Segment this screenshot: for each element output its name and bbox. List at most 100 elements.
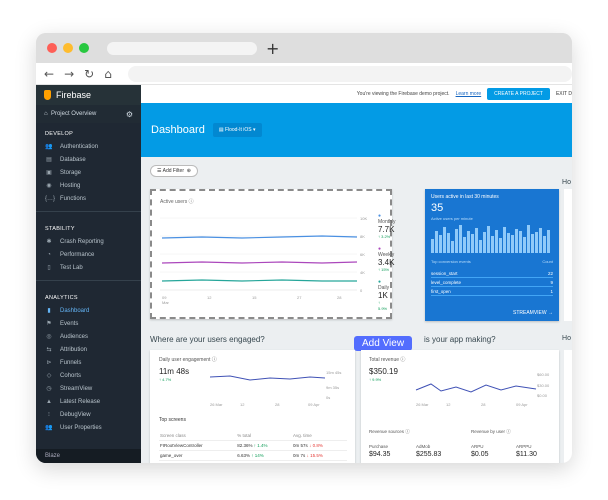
sidebar-item-test-lab[interactable]: ▯ Test Lab <box>36 261 141 274</box>
project-selector[interactable]: ▤ Flood-It iOS ▾ <box>212 123 262 137</box>
sidebar-item-icon: ▤ <box>46 157 52 163</box>
engagement-card[interactable]: Daily user engagement ⓘ 11m 48s ↑ 4.7% 1… <box>150 350 355 463</box>
add-filter-label: Add Filter <box>162 168 185 174</box>
sidebar-item-events[interactable]: ⚑ Events <box>36 317 141 330</box>
sidebar-item-debugview[interactable]: ⁝ DebugView <box>36 408 141 421</box>
create-project-button[interactable]: CREATE A PROJECT <box>487 88 550 100</box>
add-view-button[interactable]: Add View <box>354 336 413 351</box>
svg-text:12: 12 <box>446 402 451 407</box>
page-header: Dashboard ▤ Flood-It iOS ▾ <box>141 103 572 157</box>
address-bar[interactable] <box>127 65 572 82</box>
sidebar-item-user-properties[interactable]: 👥 User Properties <box>36 421 141 434</box>
close-window-button[interactable] <box>47 43 57 53</box>
live-count: 35 <box>431 202 444 214</box>
source-label: ARPPU <box>516 444 532 449</box>
event-name: session_start <box>431 270 458 276</box>
sidebar-item-icon: ▣ <box>46 170 52 176</box>
sidebar-item-authentication[interactable]: 👥 Authentication <box>36 140 141 153</box>
sidebar-item-label: Test Lab <box>60 264 83 271</box>
live-bar <box>467 231 470 253</box>
sidebar-item-cohorts[interactable]: ◇ Cohorts <box>36 369 141 382</box>
live-users-card[interactable]: Users active in last 30 minutes 35 Activ… <box>425 189 559 321</box>
reload-icon[interactable]: ↻ <box>84 67 94 81</box>
svg-text:$0.00: $0.00 <box>537 393 548 398</box>
xtick: 12 <box>207 295 212 300</box>
live-bar <box>475 228 478 253</box>
revenue-card[interactable]: Total revenue ⓘ $350.19 ↑ 9.9% $60.00 $3… <box>361 350 559 463</box>
sidebar-item-icon: 👥 <box>45 425 53 431</box>
sidebar-item-hosting[interactable]: ◉ Hosting <box>36 179 141 192</box>
sidebar-item-storage[interactable]: ▣ Storage <box>36 166 141 179</box>
sidebar-divider <box>36 211 141 212</box>
active-users-card[interactable]: Active users ⓘ 10K 8K 6K 4K 0 09 Mar 12 … <box>150 189 396 319</box>
source-value: $0.05 <box>471 451 489 458</box>
forward-arrow-icon[interactable]: → <box>64 67 74 81</box>
sidebar-item-label: Database <box>60 156 86 163</box>
table-row[interactable]: extra_steps2.24% ↑ 16.8%0m 7s ↑ 2.4% <box>159 460 347 463</box>
live-bar <box>491 236 494 253</box>
sidebar-item-icon: 👥 <box>45 144 53 150</box>
new-tab-plus-icon[interactable]: + <box>266 39 279 58</box>
browser-tab[interactable] <box>107 41 257 55</box>
sidebar-item-label: Dashboard <box>60 307 90 314</box>
sidebar-item-funnels[interactable]: ⊳ Funnels <box>36 356 141 369</box>
streamview-link[interactable]: STREAMVIEW → <box>513 310 553 316</box>
add-filter-button[interactable]: ☰ Add Filter ⊕ <box>150 165 198 177</box>
event-row[interactable]: session_start 22 <box>431 269 553 278</box>
revenue-by-user-title: Revenue by user ⓘ <box>471 429 511 434</box>
top-screens-title: Top screens <box>159 417 186 423</box>
filter-icon: ☰ <box>157 168 162 174</box>
svg-text:28: 28 <box>275 402 280 407</box>
minimize-window-button[interactable] <box>63 43 73 53</box>
table-row[interactable]: FIRootViewController 82.36% ↑ 1.4% 0m 57s … <box>159 440 347 451</box>
top-screens-table: Screen class% total Avg. time FIRootViewC… <box>159 431 347 463</box>
learn-more-link[interactable]: Learn more <box>456 91 482 97</box>
xtick: Mar <box>162 300 170 305</box>
live-bar-chart <box>431 223 551 253</box>
sidebar-item-label: Performance <box>60 251 95 258</box>
exit-demo-button[interactable]: EXIT D <box>556 91 572 97</box>
source-value: $255.83 <box>416 451 442 458</box>
arrow-right-icon: → <box>548 310 553 316</box>
event-row[interactable]: level_complete 9 <box>431 278 553 287</box>
sidebar-item-crash-reporting[interactable]: ✱ Crash Reporting <box>36 235 141 248</box>
brand[interactable]: Firebase <box>36 85 141 105</box>
project-overview[interactable]: ⌂ Project Overview ⚙ <box>36 105 141 123</box>
event-name: level_complete <box>431 279 462 285</box>
table-row[interactable]: game_over 6.63% ↑ 14% 0m 7s ↓ 15.5% <box>159 450 347 461</box>
sidebar-item-latest-release[interactable]: ▲ Latest Release <box>36 395 141 408</box>
sidebar-item-dashboard[interactable]: ▮ Dashboard <box>36 304 141 317</box>
chevron-down-icon: ▾ <box>253 127 256 133</box>
revenue-sources-title: Revenue sources ⓘ <box>369 429 410 434</box>
live-bar <box>515 229 518 253</box>
sidebar-item-streamview[interactable]: ◷ StreamView <box>36 382 141 395</box>
ytick: 0 <box>360 288 363 293</box>
xtick: 28 <box>337 295 342 300</box>
home-icon[interactable]: ⌂ <box>104 67 112 81</box>
svg-text:09 Apr: 09 Apr <box>308 402 320 407</box>
legend-daily: ● Daily 1K ↑ 5.9% <box>378 279 390 311</box>
sidebar-item-label: Storage <box>60 169 82 176</box>
event-count: 22 <box>547 270 553 276</box>
sidebar-item-audiences[interactable]: ◎ Audiences <box>36 330 141 343</box>
sidebar-item-functions[interactable]: {…} Functions <box>36 192 141 205</box>
sidebar-item-attribution[interactable]: ⇆ Attribution <box>36 343 141 356</box>
event-row[interactable]: first_open 1 <box>431 287 553 296</box>
maximize-window-button[interactable] <box>79 43 89 53</box>
xtick: 27 <box>297 295 302 300</box>
plan-footer[interactable]: Blaze <box>36 449 141 463</box>
back-arrow-icon[interactable]: ← <box>44 67 54 81</box>
gear-icon[interactable]: ⚙ <box>126 110 133 119</box>
live-title: Users active in last 30 minutes <box>431 194 499 200</box>
sidebar-item-icon: ⊳ <box>46 360 52 366</box>
sidebar-item-performance[interactable]: ◔ Performance <box>36 248 141 261</box>
engagement-chart: 15m 45s 9m 35s 0s 26 Mar 12 28 09 Apr <box>209 370 341 407</box>
live-bar <box>455 229 458 253</box>
sidebar-item-database[interactable]: ▤ Database <box>36 153 141 166</box>
sidebar-item-label: Audiences <box>60 333 89 340</box>
sidebar-item-label: User Properties <box>60 424 102 431</box>
sidebar-divider <box>36 280 141 281</box>
live-bar <box>459 225 462 253</box>
sidebar-item-icon: ✱ <box>46 239 52 245</box>
svg-text:15m 45s: 15m 45s <box>326 370 341 375</box>
